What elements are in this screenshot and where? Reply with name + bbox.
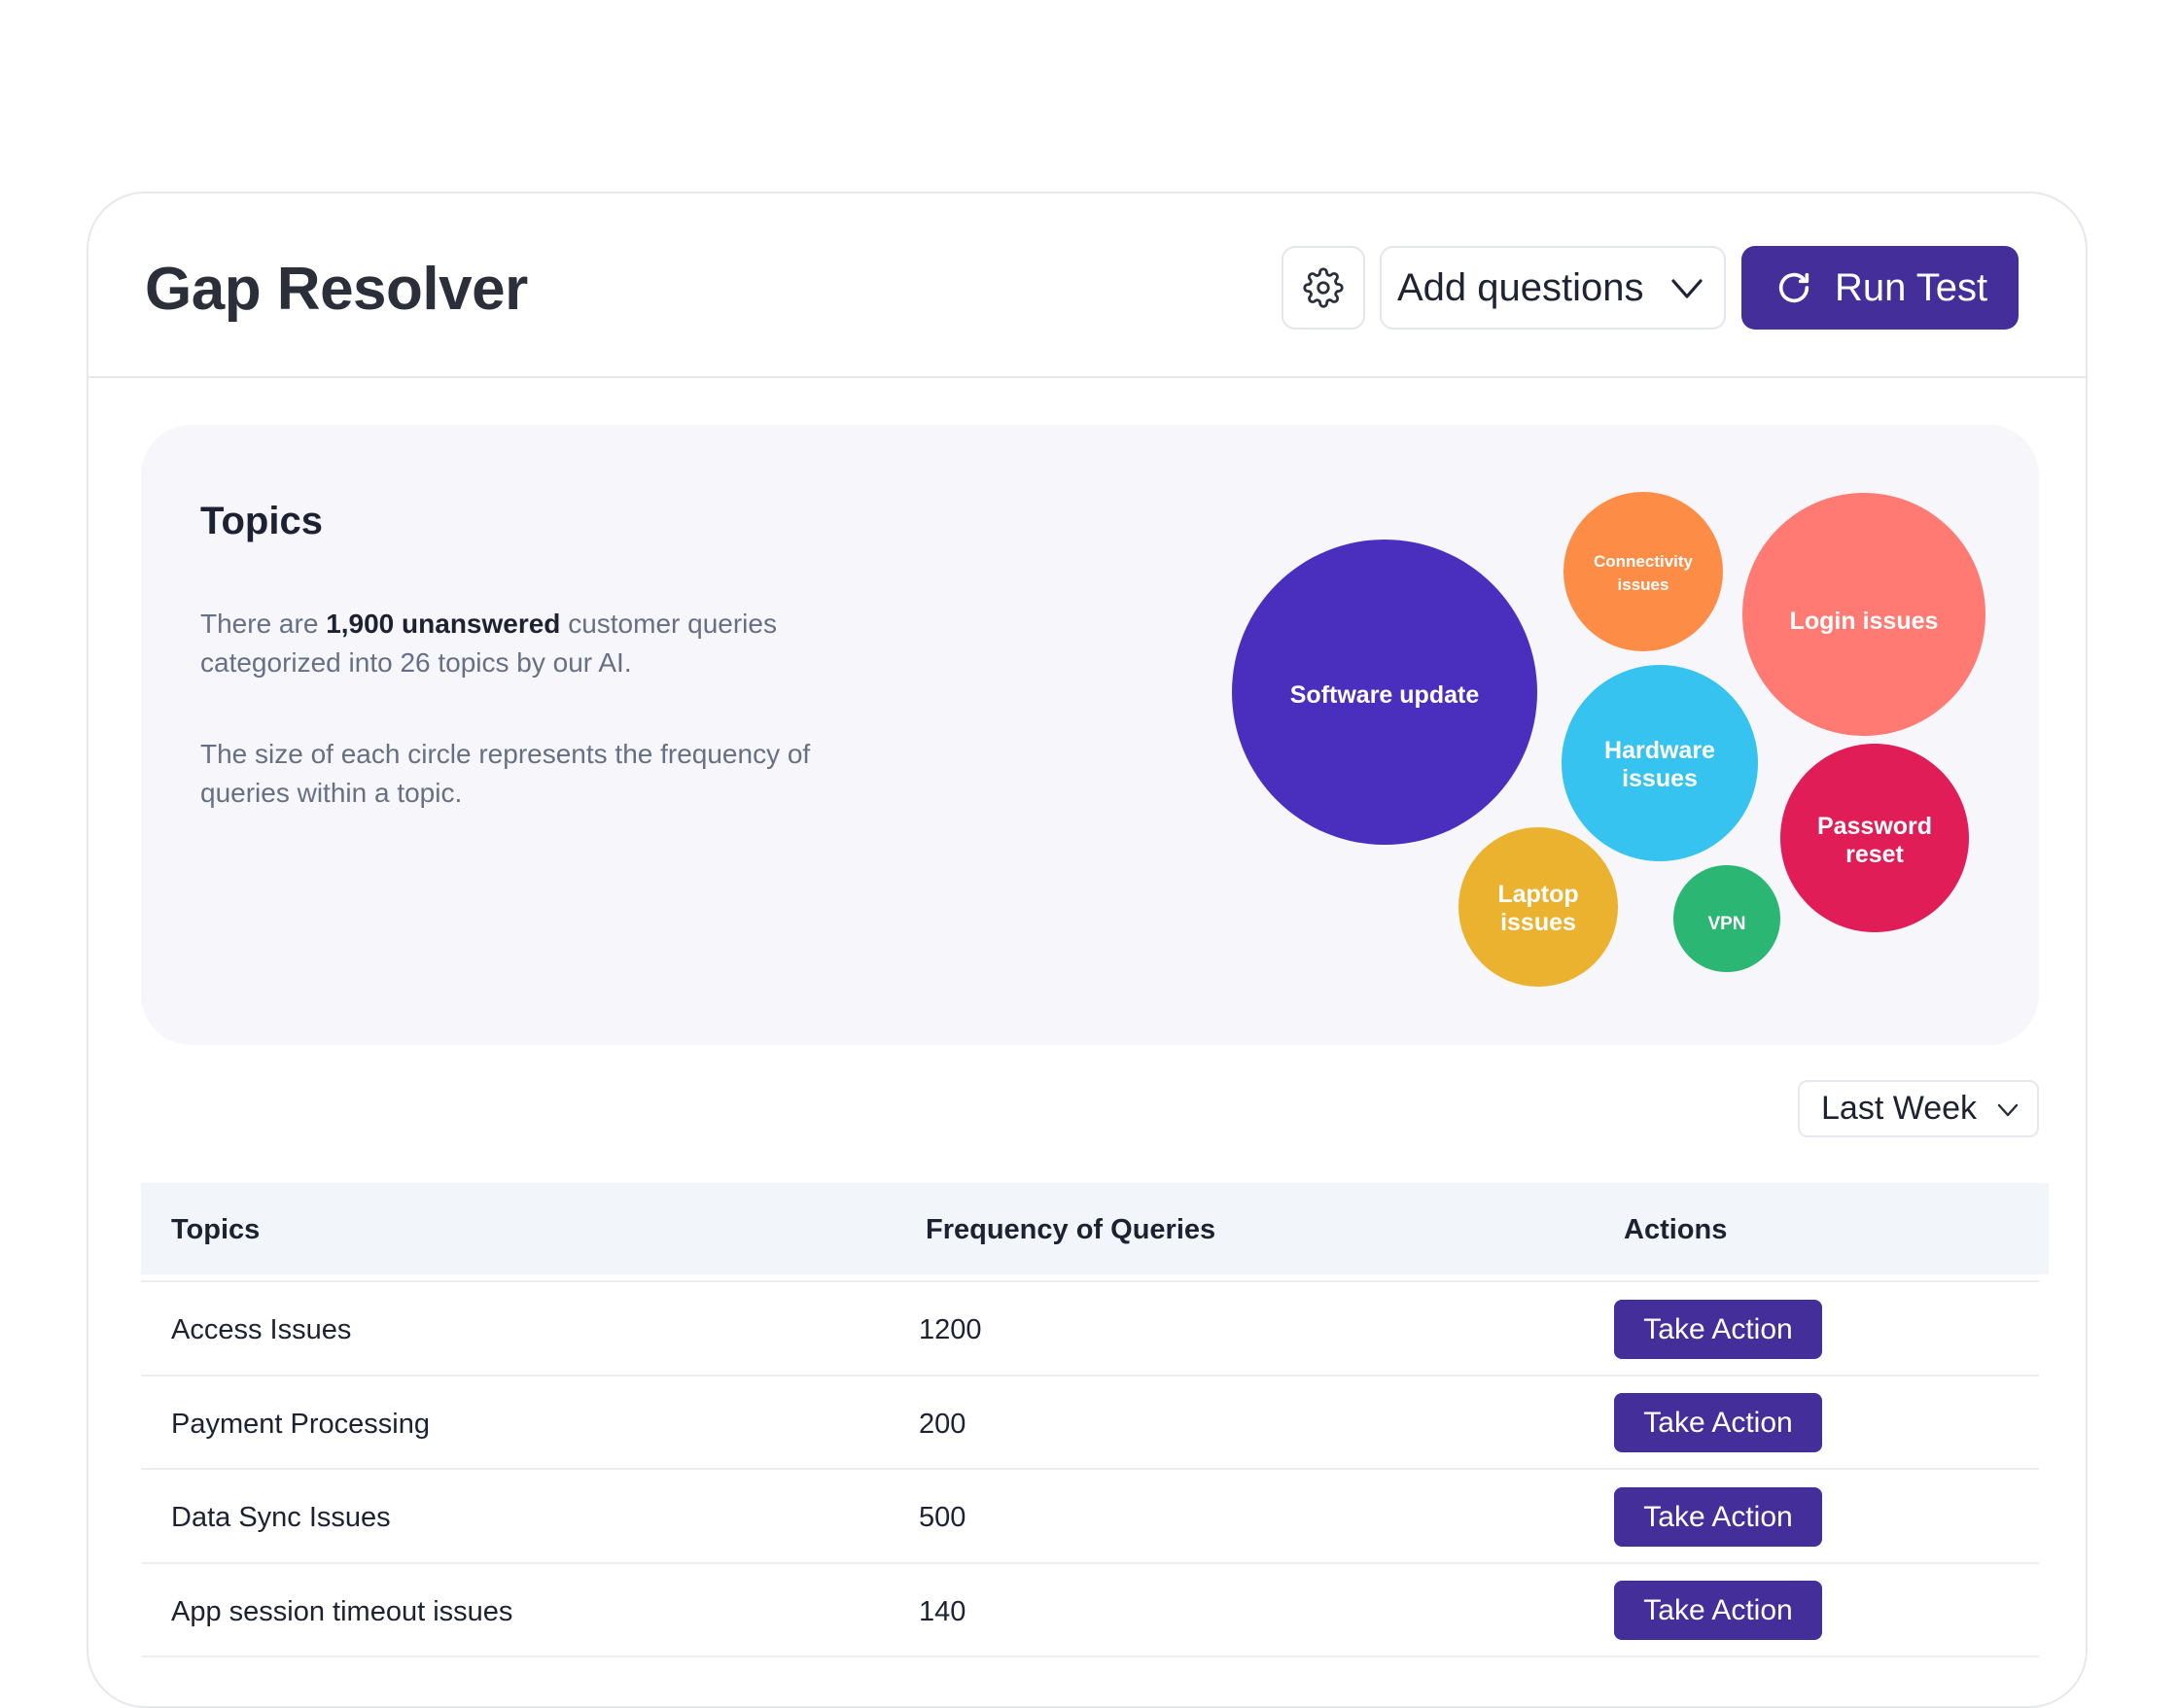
- bubble-label: Login issues: [1790, 608, 1939, 635]
- refresh-icon: [1778, 272, 1809, 303]
- frequency-cell: 1200: [919, 1314, 982, 1345]
- row-divider: [141, 1562, 2039, 1564]
- summary-text-before: There are: [200, 609, 319, 639]
- topics-heading: Topics: [200, 500, 323, 542]
- bubble-laptop-issues[interactable]: Laptop issues: [1458, 827, 1618, 987]
- take-action-button[interactable]: Take Action: [1614, 1300, 1822, 1359]
- column-header-frequency: Frequency of Queries: [926, 1214, 1216, 1245]
- bubble-label-line2: issues: [1622, 765, 1698, 792]
- row-divider: [141, 1375, 2039, 1377]
- bubble-legend-note: The size of each circle represents the f…: [200, 739, 811, 808]
- topics-summary: There are 1,900 unanswered customer quer…: [200, 605, 881, 682]
- row-divider: [141, 1656, 2039, 1657]
- bubble-label-line1: Laptop: [1497, 881, 1578, 908]
- bubble-label-line2: issues: [1618, 575, 1669, 594]
- bubble-password-reset[interactable]: Password reset: [1780, 744, 1969, 932]
- page-title: Gap Resolver: [145, 256, 528, 323]
- chevron-down-icon: [1671, 279, 1703, 298]
- topic-cell: Payment Processing: [171, 1409, 430, 1440]
- bubble-label-line1: Password: [1817, 813, 1932, 840]
- period-label: Last Week: [1821, 1090, 1978, 1127]
- bubble-label-line1: Connectivity: [1594, 552, 1694, 571]
- bubble-label: Software update: [1290, 681, 1480, 709]
- chevron-down-icon: [1997, 1103, 2019, 1117]
- run-test-button[interactable]: Run Test: [1741, 246, 2019, 330]
- take-action-button[interactable]: Take Action: [1614, 1393, 1822, 1452]
- column-header-topics: Topics: [171, 1214, 261, 1245]
- bubble-hardware-issues[interactable]: Hardware issues: [1562, 665, 1758, 861]
- add-questions-label: Add questions: [1397, 265, 1644, 309]
- frequency-cell: 140: [919, 1596, 966, 1627]
- add-questions-dropdown[interactable]: Add questions: [1380, 246, 1726, 330]
- bubble-vpn[interactable]: VPN: [1673, 865, 1780, 972]
- header-divider: [87, 376, 2088, 378]
- frequency-cell: 200: [919, 1409, 966, 1440]
- period-select[interactable]: Last Week: [1798, 1080, 2039, 1137]
- settings-button[interactable]: [1282, 246, 1365, 330]
- bubble-label: VPN: [1707, 914, 1745, 934]
- run-test-label: Run Test: [1835, 265, 1988, 309]
- gear-icon: [1303, 267, 1344, 308]
- take-action-button[interactable]: Take Action: [1614, 1581, 1822, 1640]
- bubble-connectivity-issues[interactable]: Connectivity issues: [1563, 492, 1723, 651]
- topic-cell: App session timeout issues: [171, 1596, 513, 1627]
- bubble-label-line2: reset: [1845, 841, 1904, 868]
- bubble-software-update[interactable]: Software update: [1232, 540, 1537, 845]
- unanswered-count: 1,900 unanswered: [326, 609, 561, 639]
- topic-cell: Data Sync Issues: [171, 1502, 391, 1533]
- bubble-login-issues[interactable]: Login issues: [1742, 493, 1985, 736]
- row-divider: [141, 1280, 2039, 1282]
- row-divider: [141, 1468, 2039, 1470]
- column-header-actions: Actions: [1624, 1214, 1728, 1245]
- frequency-cell: 500: [919, 1502, 966, 1533]
- bubble-label-line2: issues: [1500, 909, 1576, 936]
- bubble-label-line1: Hardware: [1604, 737, 1715, 764]
- topic-cell: Access Issues: [171, 1314, 352, 1345]
- take-action-button[interactable]: Take Action: [1614, 1487, 1822, 1547]
